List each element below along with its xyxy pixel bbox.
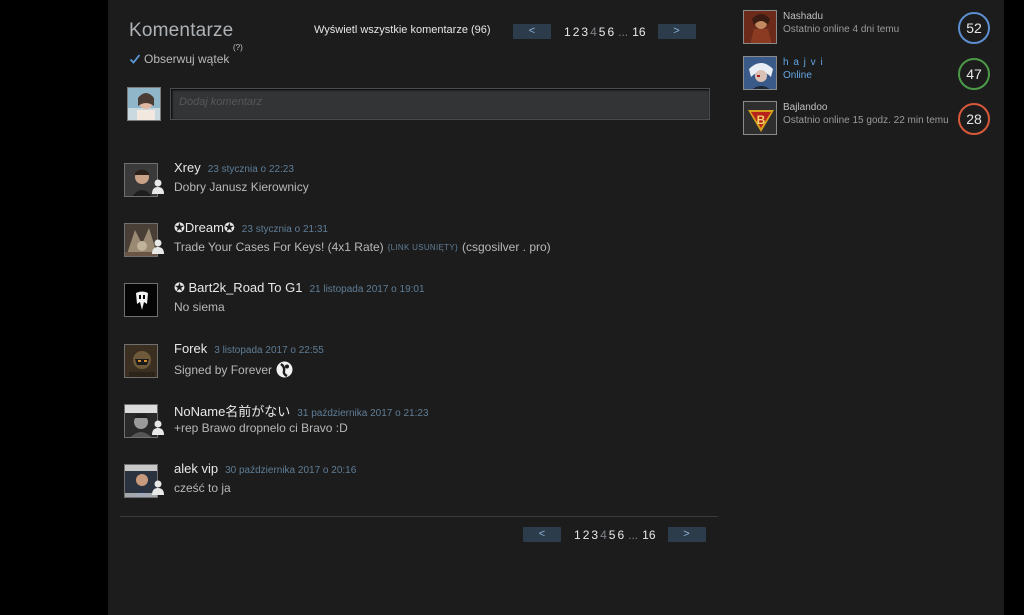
prev-page-button[interactable]: < [513, 24, 551, 39]
page-link-last[interactable]: 16 [642, 528, 655, 542]
friend-status: Ostatnio online 15 godz. 22 min temu [783, 115, 949, 126]
page-link[interactable]: 5 [609, 528, 616, 542]
friend-level-badge: 47 [958, 58, 990, 90]
pagination-bottom: < 1 2 3 4 5 6 ... 16 > [523, 527, 706, 542]
pagination-top: < 1 2 3 4 5 6 ... 16 > [513, 24, 696, 39]
friend-level-badge: 52 [958, 12, 990, 44]
comment-item: alek vip 30 października 2017 o 20:16 cz… [124, 461, 714, 503]
friend-status: Ostatnio online 4 dni temu [783, 24, 900, 35]
friend-name[interactable]: h a j v i [783, 57, 824, 68]
comment-author[interactable]: Xrey [174, 160, 201, 175]
prev-page-button[interactable]: < [523, 527, 561, 542]
comment-text-part: Signed by Forever [174, 362, 273, 377]
next-page-button[interactable]: > [667, 527, 706, 542]
comment-text: Dobry Janusz Kierownicy [174, 180, 309, 194]
removed-link-label: {LINK USUNIĘTY} [387, 242, 458, 252]
comment-item: ✪Dream✪ 23 stycznia o 21:31 Trade Your C… [124, 220, 714, 262]
comment-author[interactable]: Forek [174, 341, 207, 356]
follow-thread-toggle[interactable]: Obserwuj wątek [129, 52, 229, 66]
page-link[interactable]: 5 [599, 25, 606, 39]
comment-text-part: Trade Your Cases For Keys! (4x1 Rate) [174, 240, 384, 254]
friend-card[interactable]: B Bajlandoo Ostatnio online 15 godz. 22 … [743, 101, 993, 137]
page-ellipsis: ... [618, 24, 629, 39]
page-link[interactable]: 6 [617, 528, 624, 542]
next-page-button[interactable]: > [657, 24, 696, 39]
commenter-avatar[interactable] [124, 283, 158, 317]
comment-text: No siema [174, 300, 225, 314]
add-comment-input[interactable]: Dodaj komentarz [170, 88, 710, 120]
page-link[interactable]: 3 [591, 528, 598, 542]
page-link[interactable]: 2 [573, 25, 580, 39]
page-link[interactable]: 6 [607, 25, 614, 39]
commenter-avatar[interactable] [124, 344, 158, 378]
comment-date: 21 listopada 2017 o 19:01 [309, 284, 425, 295]
comment-date: 3 listopada 2017 o 22:55 [214, 345, 324, 356]
friend-person-icon [151, 178, 165, 194]
comment-date: 23 stycznia o 22:23 [207, 164, 294, 175]
comment-date: 31 października 2017 o 21:23 [297, 408, 429, 419]
page-link-last[interactable]: 16 [632, 25, 645, 39]
friend-name[interactable]: Bajlandoo [783, 102, 827, 113]
friend-card[interactable]: h a j v i Online 47 [743, 56, 993, 92]
current-page: 4 [600, 527, 607, 542]
friend-person-icon [151, 479, 165, 495]
comment-item: ✪ Bart2k_Road To G1 21 listopada 2017 o … [124, 280, 714, 322]
friend-person-icon [151, 238, 165, 254]
follow-thread-label: Obserwuj wątek [144, 52, 230, 66]
page-link[interactable]: 1 [574, 528, 581, 542]
comment-item: Forek 3 listopada 2017 o 22:55 Signed by… [124, 341, 714, 383]
page-link[interactable]: 1 [564, 25, 571, 39]
page-ellipsis: ... [628, 527, 639, 542]
my-avatar [127, 87, 161, 121]
comment-date: 30 października 2017 o 20:16 [225, 465, 357, 476]
friend-avatar[interactable] [743, 10, 777, 44]
page-numbers: 1 2 3 4 5 6 ... 16 [573, 528, 657, 542]
comment-text: cześć to ja [174, 481, 231, 495]
comment-text-part: (csgosilver . pro) [461, 240, 551, 254]
comment-date: 23 stycznia o 21:31 [241, 224, 328, 235]
friend-avatar[interactable] [743, 56, 777, 90]
comment-item: Xrey 23 stycznia o 22:23 Dobry Janusz Ki… [124, 160, 714, 202]
comment-author[interactable]: ✪ Bart2k_Road To G1 [174, 280, 302, 296]
comment-text: Signed by Forever [174, 361, 293, 378]
friend-level-badge: 28 [958, 103, 990, 135]
friend-card[interactable]: Nashadu Ostatnio online 4 dni temu 52 [743, 10, 993, 46]
friend-avatar[interactable]: B [743, 101, 777, 135]
steam-emoticon-icon [276, 361, 293, 378]
view-all-comments-link[interactable]: Wyświetl wszystkie komentarze (96) [314, 24, 491, 36]
comment-author[interactable]: alek vip [174, 461, 218, 476]
comment-text: Trade Your Cases For Keys! (4x1 Rate) {L… [174, 240, 551, 254]
section-title: Komentarze [129, 20, 234, 41]
current-page: 4 [590, 24, 597, 39]
page-link[interactable]: 3 [581, 25, 588, 39]
comment-item: NoName名前がない 31 października 2017 o 21:23… [124, 403, 714, 443]
comment-text: +rep Brawo dropnelo ci Bravo :D [174, 421, 348, 435]
comment-author[interactable]: ✪Dream✪ [174, 220, 235, 236]
friend-name[interactable]: Nashadu [783, 11, 823, 22]
divider [120, 516, 718, 517]
friend-person-icon [151, 419, 165, 435]
svg-text:B: B [757, 113, 766, 127]
page-numbers: 1 2 3 4 5 6 ... 16 [563, 25, 647, 39]
friend-status: Online [783, 70, 812, 81]
comment-author[interactable]: NoName名前がない [174, 401, 290, 420]
checkmark-icon[interactable] [129, 53, 141, 65]
page-link[interactable]: 2 [583, 528, 590, 542]
help-link[interactable]: (?) [233, 43, 243, 52]
